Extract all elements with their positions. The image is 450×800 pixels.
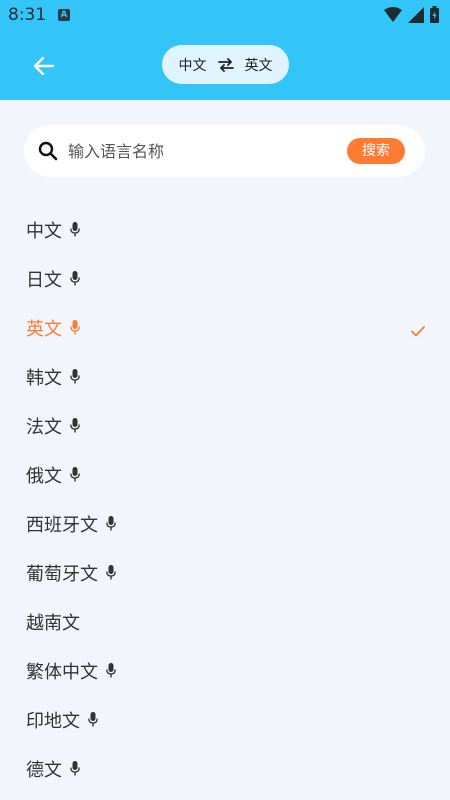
wifi-icon <box>384 7 402 26</box>
language-label: 繁体中文 <box>26 661 98 683</box>
language-item[interactable]: 西班牙文 <box>0 499 450 548</box>
mic-icon <box>70 271 80 286</box>
top-header: 8:31 A 中文 英文 <box>0 0 450 100</box>
language-item[interactable]: 俄文 <box>0 450 450 499</box>
mic-icon <box>88 712 98 727</box>
search-input[interactable] <box>68 137 338 165</box>
mic-icon <box>70 418 80 433</box>
mic-icon <box>70 761 80 776</box>
language-label: 德文 <box>26 759 62 781</box>
mic-icon <box>106 516 116 531</box>
target-language[interactable]: 英文 <box>243 55 275 75</box>
language-label: 越南文 <box>26 612 80 634</box>
language-item[interactable]: 德文 <box>0 744 450 793</box>
back-button[interactable] <box>28 50 60 82</box>
signal-icon <box>408 7 424 27</box>
status-bar: 8:31 A <box>0 0 450 30</box>
notification-icon: A <box>58 9 70 21</box>
language-label: 英文 <box>26 318 62 340</box>
language-label: 葡萄牙文 <box>26 563 98 585</box>
language-item[interactable]: 法文 <box>0 401 450 450</box>
mic-icon <box>70 467 80 482</box>
language-label: 法文 <box>26 416 62 438</box>
battery-icon <box>430 6 439 27</box>
language-pair-switcher[interactable]: 中文 英文 <box>162 45 289 84</box>
language-item[interactable]: 印地文 <box>0 695 450 744</box>
language-item[interactable]: 繁体中文 <box>0 646 450 695</box>
search-button[interactable]: 搜索 <box>347 138 405 164</box>
language-label: 西班牙文 <box>26 514 98 536</box>
mic-icon <box>106 565 116 580</box>
language-item[interactable]: 韩文 <box>0 352 450 401</box>
language-label: 日文 <box>26 269 62 291</box>
search-bar: 搜索 <box>24 125 425 177</box>
language-item[interactable]: 英文 <box>0 303 450 352</box>
mic-icon <box>70 320 80 335</box>
language-label: 韩文 <box>26 367 62 389</box>
language-item[interactable]: 中文 <box>0 205 450 254</box>
source-language[interactable]: 中文 <box>177 55 209 75</box>
arrow-left-icon <box>34 57 54 75</box>
status-time: 8:31 <box>8 5 47 25</box>
language-label: 俄文 <box>26 465 62 487</box>
check-icon <box>411 321 425 342</box>
language-item[interactable]: 越南文 <box>0 597 450 646</box>
swap-arrows-icon[interactable] <box>217 57 234 72</box>
language-item[interactable]: 日文 <box>0 254 450 303</box>
mic-icon <box>70 222 80 237</box>
language-item[interactable]: 葡萄牙文 <box>0 548 450 597</box>
language-list: 中文日文英文韩文法文俄文西班牙文葡萄牙文越南文繁体中文印地文德文 <box>0 205 450 793</box>
language-label: 中文 <box>26 220 62 242</box>
mic-icon <box>106 663 116 678</box>
language-label: 印地文 <box>26 710 80 732</box>
mic-icon <box>70 369 80 384</box>
search-icon <box>38 141 58 165</box>
